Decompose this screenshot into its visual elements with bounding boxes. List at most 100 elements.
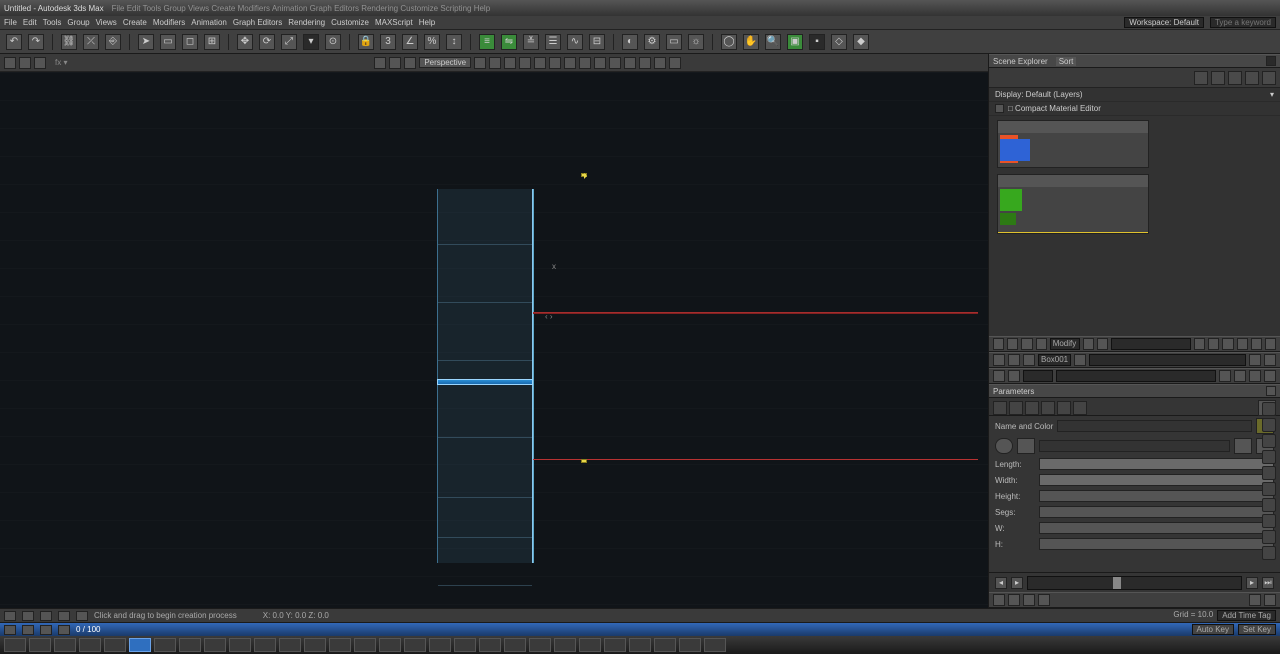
mirror-icon[interactable]: ⇋ bbox=[501, 34, 517, 50]
task-16[interactable] bbox=[404, 638, 426, 652]
pt2-field[interactable]: Box001 bbox=[1038, 354, 1071, 366]
orbit-icon[interactable]: ◯ bbox=[721, 34, 737, 50]
side-show-icon[interactable] bbox=[1262, 450, 1276, 464]
menu-tools[interactable]: Tools bbox=[43, 18, 62, 27]
menu-create[interactable]: Create bbox=[123, 18, 147, 27]
side-a-icon[interactable] bbox=[1262, 498, 1276, 512]
pt-field-wide[interactable] bbox=[1111, 338, 1191, 350]
side-conf-icon[interactable] bbox=[1262, 482, 1276, 496]
se-view-a-icon[interactable] bbox=[1194, 71, 1208, 85]
vp-grid-icon[interactable] bbox=[504, 57, 516, 69]
render-icon[interactable]: ☼ bbox=[688, 34, 704, 50]
pt3-c-icon[interactable] bbox=[1219, 370, 1231, 382]
select-icon[interactable]: ➤ bbox=[138, 34, 154, 50]
task-6[interactable] bbox=[154, 638, 176, 652]
vp-bg-icon[interactable] bbox=[624, 57, 636, 69]
task-15[interactable] bbox=[379, 638, 401, 652]
lowbar-c-icon[interactable] bbox=[40, 625, 52, 635]
pt-e-icon[interactable] bbox=[1083, 338, 1094, 350]
render-frame-icon[interactable]: ▭ bbox=[666, 34, 682, 50]
pt2-b-icon[interactable] bbox=[1008, 354, 1020, 366]
panel-opt-icon[interactable] bbox=[1266, 56, 1276, 66]
material-editor-icon[interactable]: ◐ bbox=[622, 34, 638, 50]
vp-min-icon[interactable] bbox=[4, 57, 16, 69]
pt3-field-wide[interactable] bbox=[1056, 370, 1216, 382]
pt-field-modify[interactable]: Modify bbox=[1050, 338, 1080, 350]
tab-create-icon[interactable] bbox=[993, 401, 1007, 415]
pt3-d-icon[interactable] bbox=[1234, 370, 1246, 382]
tab-hierarchy-icon[interactable] bbox=[1025, 401, 1039, 415]
task-18[interactable] bbox=[454, 638, 476, 652]
se-view-e-icon[interactable] bbox=[1262, 71, 1276, 85]
vp-iso-icon[interactable] bbox=[34, 57, 46, 69]
pt2-field-wide[interactable] bbox=[1089, 354, 1246, 366]
layer-block-1[interactable] bbox=[997, 120, 1149, 168]
swatch-blue[interactable] bbox=[1000, 139, 1030, 161]
pt-d-icon[interactable] bbox=[1036, 338, 1047, 350]
task-5[interactable] bbox=[129, 638, 151, 652]
redo-icon[interactable]: ↷ bbox=[28, 34, 44, 50]
angle-snap-icon[interactable]: ∠ bbox=[402, 34, 418, 50]
pivot-icon[interactable]: ⊙ bbox=[325, 34, 341, 50]
maxview-b-icon[interactable]: ▪ bbox=[809, 34, 825, 50]
menu-customize[interactable]: Customize bbox=[331, 18, 369, 27]
vp-stats-icon[interactable] bbox=[534, 57, 546, 69]
status-b-icon[interactable] bbox=[22, 611, 34, 621]
task-22[interactable] bbox=[554, 638, 576, 652]
task-27[interactable] bbox=[679, 638, 701, 652]
se-view-c-icon[interactable] bbox=[1228, 71, 1242, 85]
pt3-b-icon[interactable] bbox=[1008, 370, 1020, 382]
vp-safe-icon[interactable] bbox=[519, 57, 531, 69]
schematic-icon[interactable]: ⊟ bbox=[589, 34, 605, 50]
pt-j-icon[interactable] bbox=[1237, 338, 1248, 350]
side-b-icon[interactable] bbox=[1262, 514, 1276, 528]
timeslider-next-icon[interactable]: ▸ bbox=[1246, 577, 1258, 589]
timeslider-play-icon[interactable]: ▸ bbox=[1011, 577, 1023, 589]
task-17[interactable] bbox=[429, 638, 451, 652]
workspace-label[interactable]: Workspace: Default bbox=[1124, 17, 1204, 28]
task-start-icon[interactable] bbox=[4, 638, 26, 652]
se-view-d-icon[interactable] bbox=[1245, 71, 1259, 85]
nav-a-icon[interactable] bbox=[993, 594, 1005, 606]
pt3-a-icon[interactable] bbox=[993, 370, 1005, 382]
menu-rendering[interactable]: Rendering bbox=[288, 18, 325, 27]
pt-h-icon[interactable] bbox=[1208, 338, 1219, 350]
side-lock-icon[interactable] bbox=[1262, 418, 1276, 432]
vp-lut-icon[interactable] bbox=[609, 57, 621, 69]
cmd-a-icon[interactable] bbox=[995, 438, 1013, 454]
unlink-icon[interactable]: ⤫ bbox=[83, 34, 99, 50]
lowbar-d-icon[interactable] bbox=[58, 625, 70, 635]
pt3-e-icon[interactable] bbox=[1249, 370, 1261, 382]
vp-max-icon[interactable] bbox=[19, 57, 31, 69]
se-display-row[interactable]: Display: Default (Layers) ▾ bbox=[989, 88, 1280, 102]
vp-a-icon[interactable] bbox=[639, 57, 651, 69]
snap3d-icon[interactable]: 3 bbox=[380, 34, 396, 50]
side-stack-icon[interactable] bbox=[1262, 434, 1276, 448]
timeslider-prev-icon[interactable]: ◂ bbox=[995, 577, 1007, 589]
task-1[interactable] bbox=[29, 638, 51, 652]
segs-input[interactable] bbox=[1039, 506, 1274, 518]
task-20[interactable] bbox=[504, 638, 526, 652]
lowbar-b-icon[interactable] bbox=[22, 625, 34, 635]
vp-view-icon[interactable] bbox=[549, 57, 561, 69]
pt-l-icon[interactable] bbox=[1265, 338, 1276, 350]
viewport-mode-label[interactable]: Perspective bbox=[419, 57, 471, 68]
vp-gamma-icon[interactable] bbox=[594, 57, 606, 69]
side-make-icon[interactable] bbox=[1262, 466, 1276, 480]
spinner-snap-icon[interactable]: ↕ bbox=[446, 34, 462, 50]
selected-section-highlight[interactable] bbox=[437, 379, 533, 385]
vp-shade-icon[interactable] bbox=[374, 57, 386, 69]
menu-maxscript[interactable]: MAXScript bbox=[375, 18, 413, 27]
nav-c-icon[interactable] bbox=[1023, 594, 1035, 606]
scene-explorer-list[interactable] bbox=[989, 116, 1280, 336]
swatch-darkgreen[interactable] bbox=[1000, 213, 1016, 225]
pt-g-icon[interactable] bbox=[1194, 338, 1205, 350]
align-icon[interactable]: ≚ bbox=[523, 34, 539, 50]
task-28[interactable] bbox=[704, 638, 726, 652]
maxview-c-icon[interactable]: ◇ bbox=[831, 34, 847, 50]
w-input[interactable] bbox=[1039, 522, 1274, 534]
task-24[interactable] bbox=[604, 638, 626, 652]
tab-motion-icon[interactable] bbox=[1041, 401, 1055, 415]
refcoord-icon[interactable]: ▾ bbox=[303, 34, 319, 50]
menu-file[interactable]: File bbox=[4, 18, 17, 27]
